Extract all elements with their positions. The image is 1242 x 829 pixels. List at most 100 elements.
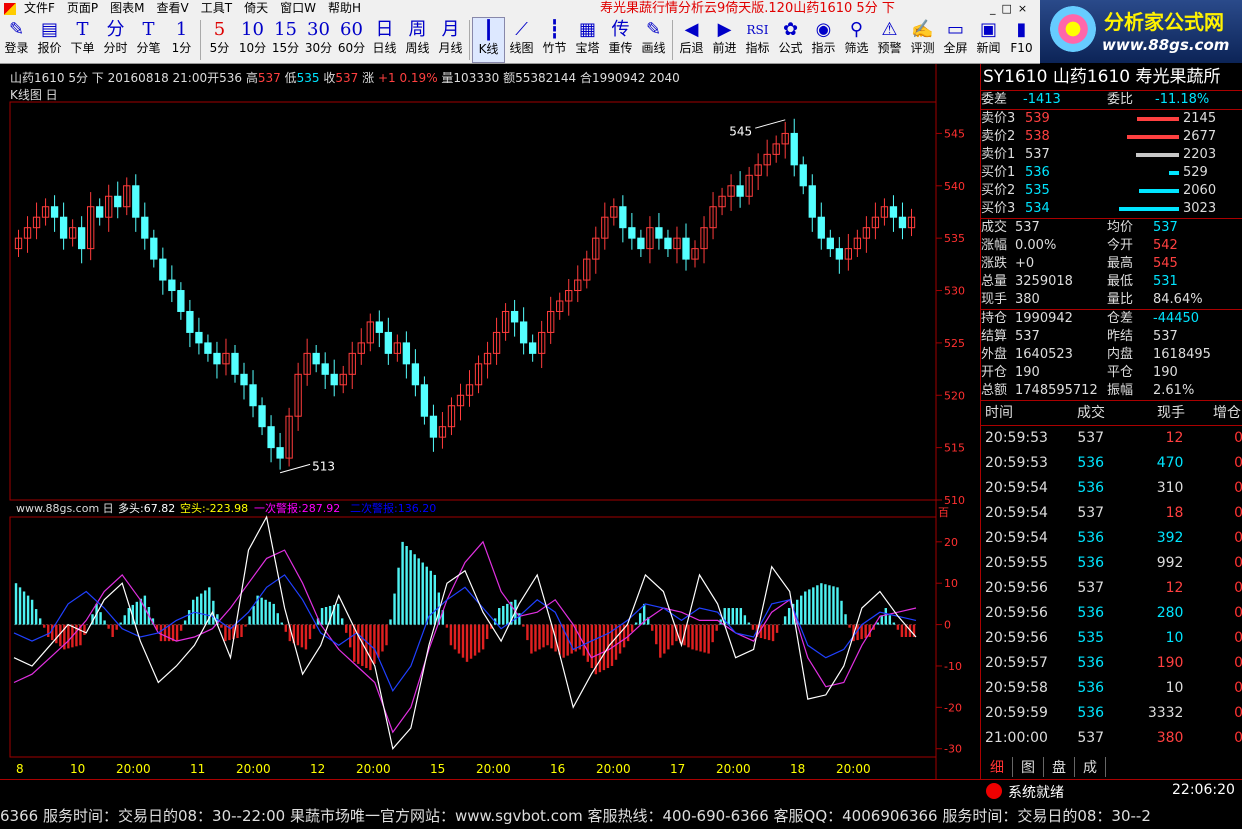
tick-row[interactable]: 21:00:00 537 380 0	[981, 726, 1242, 751]
brand-name: 分析家公式网	[1104, 10, 1224, 34]
toolbar-button-13[interactable]: 月月线	[434, 17, 467, 63]
tick-row[interactable]: 20:59:54 537 18 0	[981, 501, 1242, 526]
candle-body	[96, 206, 104, 218]
toolbar-label: 60分	[337, 41, 366, 55]
time-tick-label: 15	[430, 762, 445, 776]
tick-row[interactable]: 20:59:53 536 470 0	[981, 451, 1242, 476]
candle-body	[249, 384, 257, 407]
tab-chart[interactable]: 图	[1013, 757, 1044, 777]
toolbar-button-11[interactable]: 日日线	[368, 17, 401, 63]
menu-view[interactable]: 查看V	[151, 0, 195, 17]
toolbar-button-19[interactable]: ✎ 画线	[637, 17, 670, 63]
orderbook-row[interactable]: 买价3 534 3023	[981, 200, 1242, 218]
toolbar-icon: ▮	[1016, 19, 1027, 40]
menu-file[interactable]: 文件F	[18, 0, 61, 17]
orderbook-row[interactable]: 卖价1 537 2203	[981, 146, 1242, 164]
toolbar-button-6[interactable]: 5 5分	[203, 17, 236, 63]
toolbar-button-8[interactable]: 15 15分	[269, 17, 302, 63]
orderbook-row[interactable]: 买价2 535 2060	[981, 182, 1242, 200]
toolbar-button-28[interactable]: ▭ 全屏	[939, 17, 972, 63]
tick-row[interactable]: 20:59:59 536 3332 0	[981, 701, 1242, 726]
toolbar-icon: T	[142, 19, 155, 40]
brand-banner[interactable]: 分析家公式网 www.88gs.com	[1040, 0, 1242, 63]
stat-value: 1618495	[1153, 347, 1211, 362]
toolbar-button-22[interactable]: RSI 指标	[741, 17, 774, 63]
toolbar-button-2[interactable]: T 下单	[66, 17, 99, 63]
toolbar-button-30[interactable]: ▮ F10	[1005, 17, 1038, 63]
tick-row[interactable]: 20:59:54 536 310 0	[981, 476, 1242, 501]
toolbar-button-1[interactable]: ▤ 报价	[33, 17, 66, 63]
orderbook-row[interactable]: 卖价3 539 2145	[981, 110, 1242, 128]
toolbar-button-29[interactable]: ▣ 新闻	[972, 17, 1005, 63]
stat-value: 0.00%	[1015, 238, 1057, 253]
toolbar-icon: ✎	[645, 19, 662, 40]
orderbook-volume: 2203	[1183, 147, 1217, 162]
tick-row[interactable]: 20:59:57 536 190 0	[981, 651, 1242, 676]
stat-value: +0	[1015, 256, 1035, 271]
app-logo-icon	[4, 2, 16, 15]
tab-detail[interactable]: 细	[982, 757, 1013, 777]
toolbar-button-15[interactable]: ⟋ 线图	[505, 17, 538, 63]
toolbar-icon: 60	[340, 19, 363, 40]
tick-row[interactable]: 20:59:56 536 280 0	[981, 601, 1242, 626]
indicator-series: 20 10 0 -10 -20 -30	[13, 515, 962, 756]
low-marker-label: 513	[312, 459, 335, 473]
tick-header: 时间 成交 现手 增仓	[981, 400, 1242, 426]
orderbook-row[interactable]: 卖价2 538 2677	[981, 128, 1242, 146]
candle-body	[528, 342, 537, 354]
menu-page[interactable]: 页面P	[61, 0, 104, 17]
toolbar-button-4[interactable]: T 分笔	[132, 17, 165, 63]
toolbar-button-26[interactable]: ⚠ 预警	[873, 17, 906, 63]
tick-row[interactable]: 20:59:58 536 10 0	[981, 676, 1242, 701]
toolbar-button-18[interactable]: 传重传	[604, 17, 637, 63]
toolbar-button-9[interactable]: 30 30分	[302, 17, 335, 63]
toolbar-button-20[interactable]: ◀ 后退	[675, 17, 708, 63]
minimize-button[interactable]: _	[990, 0, 996, 17]
stat-row: 总额 1748595712 振幅 2.61%	[981, 382, 1242, 400]
toolbar-icon: ┃	[483, 20, 494, 41]
menu-tools[interactable]: 工具T	[195, 0, 238, 17]
tick-list[interactable]: 20:59:53 537 12 0 20:59:53 536 470 0 20:59:54 536…	[981, 426, 1242, 751]
toolbar-button-5[interactable]: 1 1分	[165, 17, 198, 63]
indicator-blue-line	[13, 574, 917, 692]
toolbar-button-25[interactable]: ⚲ 筛选	[840, 17, 873, 63]
tick-row[interactable]: 20:59:53 537 12 0	[981, 426, 1242, 451]
toolbar-button-17[interactable]: ▦ 宝塔	[571, 17, 604, 63]
tick-time: 20:59:56	[985, 580, 1048, 596]
stat-value: 380	[1015, 292, 1040, 307]
candle-body	[790, 132, 798, 166]
maximize-button[interactable]: □	[1002, 0, 1012, 17]
status-indicator-icon	[986, 783, 1002, 799]
menu-chart[interactable]: 图表M	[104, 0, 150, 17]
tick-row[interactable]: 20:59:56 535 10 0	[981, 626, 1242, 651]
toolbar-button-7[interactable]: 10 10分	[236, 17, 269, 63]
menu-window[interactable]: 窗口W	[274, 0, 322, 17]
orderbook-row[interactable]: 买价1 536 529	[981, 164, 1242, 182]
kline-chart[interactable]: 545540535530525520515510 545513 20100-10…	[0, 64, 980, 779]
toolbar-button-23[interactable]: ✿ 公式	[774, 17, 807, 63]
tick-row[interactable]: 20:59:55 536 992 0	[981, 551, 1242, 576]
toolbar-button-16[interactable]: ┇ 竹节	[538, 17, 571, 63]
tab-trades[interactable]: 成	[1075, 757, 1106, 777]
tick-volume: 992	[1156, 555, 1184, 571]
toolbar-button-21[interactable]: ▶ 前进	[708, 17, 741, 63]
toolbar-button-12[interactable]: 周周线	[401, 17, 434, 63]
menu-help[interactable]: 帮助H	[322, 0, 367, 17]
candle-body	[195, 331, 203, 344]
toolbar-button-14[interactable]: ┃ K线	[472, 17, 505, 63]
tab-orders[interactable]: 盘	[1044, 757, 1075, 777]
toolbar-label: 线图	[509, 41, 534, 55]
close-button[interactable]: ×	[1018, 0, 1027, 17]
toolbar-button-10[interactable]: 60 60分	[335, 17, 368, 63]
menu-yitian[interactable]: 倚天	[238, 0, 274, 17]
tick-price: 536	[1077, 655, 1105, 671]
toolbar-button-3[interactable]: 分分时	[99, 17, 132, 63]
tick-row[interactable]: 20:59:54 536 392 0	[981, 526, 1242, 551]
toolbar-button-0[interactable]: ✎ 登录	[0, 17, 33, 63]
stat-label: 成交	[981, 220, 1008, 235]
toolbar-button-24[interactable]: ◉ 指示	[807, 17, 840, 63]
candle-body	[150, 237, 158, 260]
tick-row[interactable]: 20:59:56 537 12 0	[981, 576, 1242, 601]
tick-time: 20:59:54	[985, 480, 1048, 496]
toolbar-button-27[interactable]: ✍ 评测	[906, 17, 939, 63]
